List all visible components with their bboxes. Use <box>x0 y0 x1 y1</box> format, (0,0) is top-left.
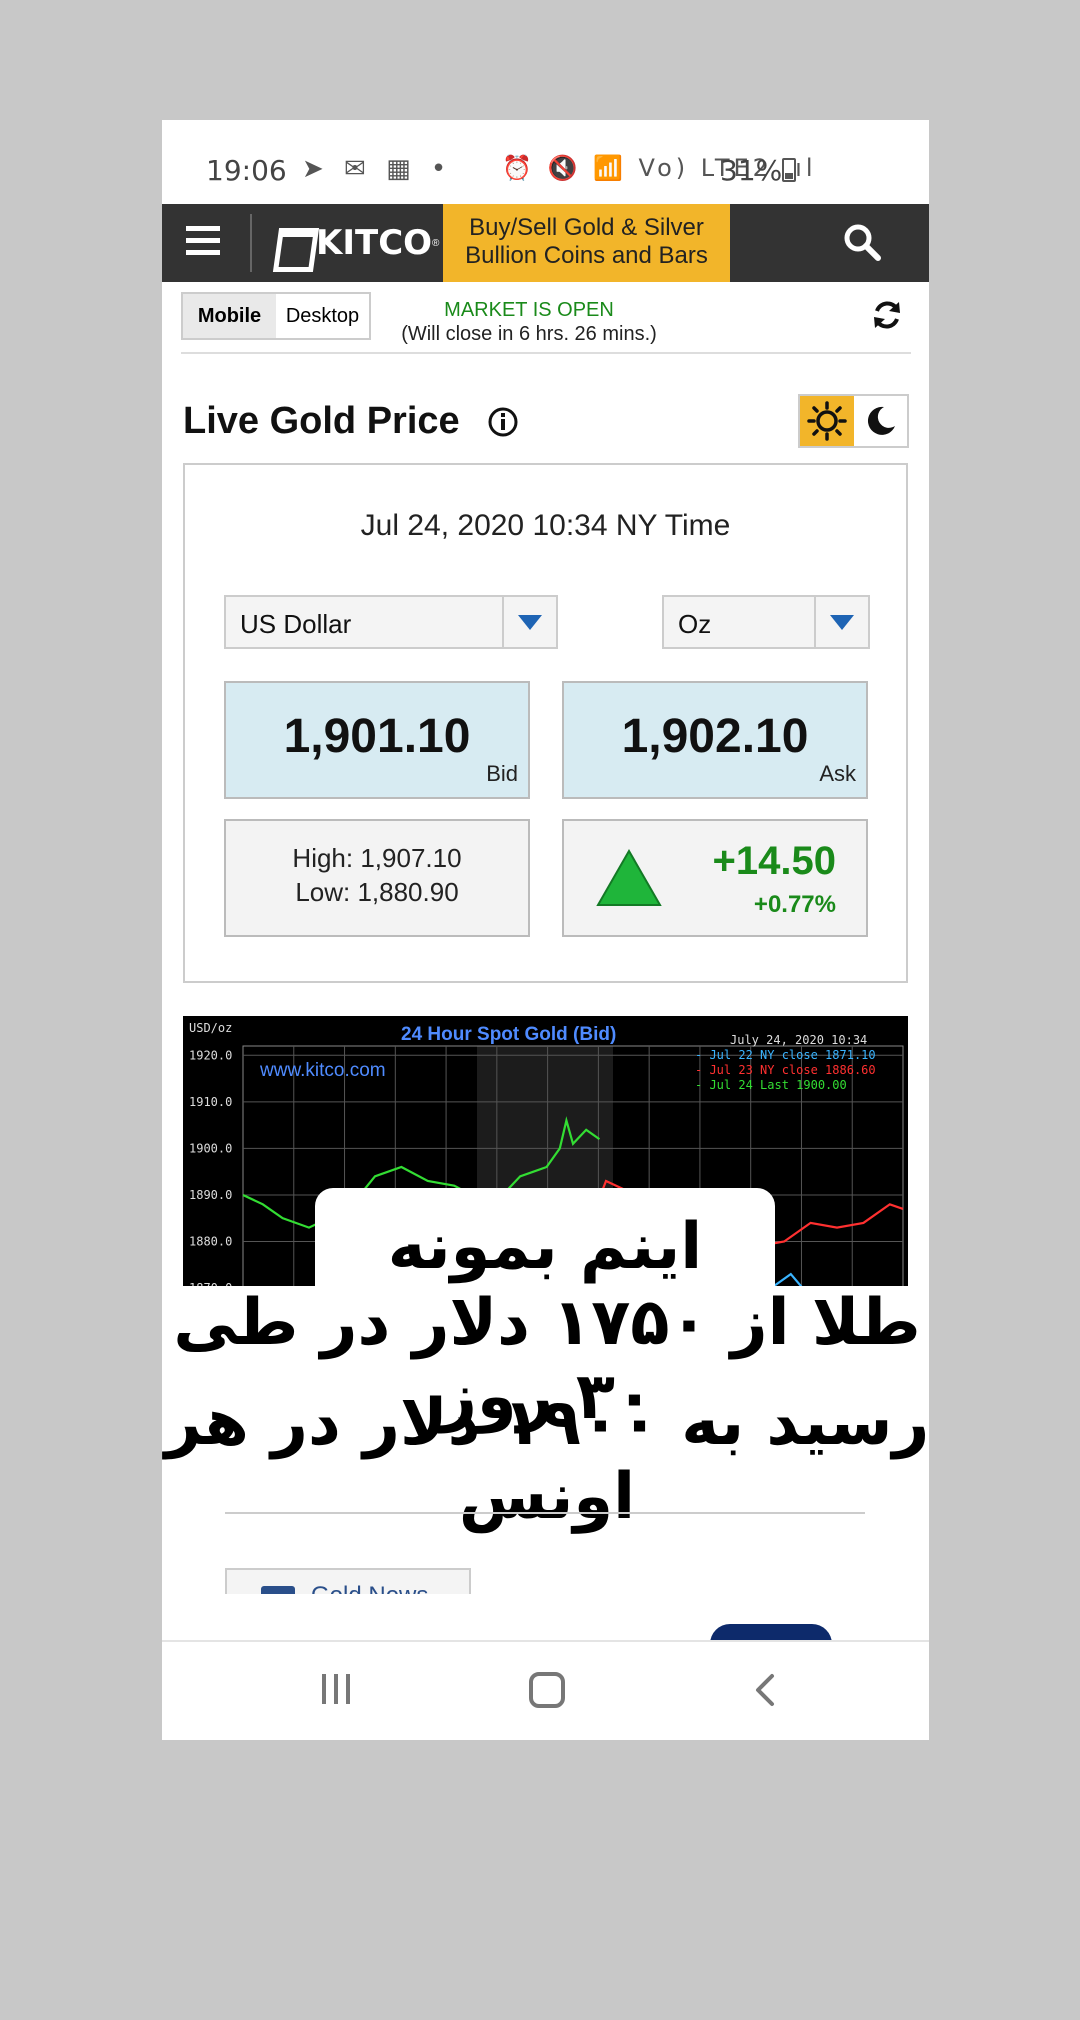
legend-entry: - Jul 22 NY close 1871.10 <box>695 1048 876 1062</box>
low-price: Low: 1,880.90 <box>295 877 459 907</box>
market-open-text: MARKET IS OPEN <box>444 299 614 321</box>
phone-screen: 19:06 ➤ ✉ ▦ • ⏰ 🔇 📶 Vo) LTE2 .ıl 31% KIT… <box>162 120 929 1740</box>
change-box: +14.50 +0.77% <box>562 819 868 937</box>
legend-entry: - Jul 23 NY close 1886.60 <box>695 1063 876 1077</box>
unit-value: Oz <box>678 609 712 639</box>
status-bar: 19:06 ➤ ✉ ▦ • ⏰ 🔇 📶 Vo) LTE2 .ıl 31% <box>162 120 929 204</box>
market-close-note: (Will close in 6 hrs. 26 mins.) <box>401 323 657 345</box>
chevron-down-icon <box>502 597 556 647</box>
ask-price-box: 1,902.10 Ask <box>562 681 868 799</box>
y-axis-label: USD/oz <box>189 1021 232 1035</box>
recent-apps-icon[interactable] <box>318 1672 354 1706</box>
currency-select[interactable]: US Dollar <box>224 595 558 649</box>
dark-mode-moon-icon[interactable] <box>854 396 907 446</box>
unit-select[interactable]: Oz <box>662 595 870 649</box>
mobile-view-button[interactable]: Mobile <box>183 294 276 338</box>
caption-box-bottom: طلا از ۱۷۵۰ دلار در طی ۳۰ روز رسید به ۱۹… <box>162 1286 929 1534</box>
high-low-box: High: 1,907.10 Low: 1,880.90 <box>224 819 530 937</box>
change-amount: +14.50 <box>712 839 836 883</box>
up-arrow-icon <box>596 849 662 906</box>
market-status: MARKET IS OPEN (Will close in 6 hrs. 26 … <box>382 298 676 346</box>
android-nav-bar <box>162 1640 929 1740</box>
home-icon[interactable] <box>529 1672 565 1708</box>
notification-icons: ➤ ✉ ▦ • <box>302 154 453 184</box>
kitco-logo-icon <box>272 224 310 262</box>
site-header: KITCO ® Buy/Sell Gold & Silver Bullion Co… <box>162 204 929 282</box>
quote-datetime: Jul 24, 2020 10:34 NY Time <box>360 509 731 542</box>
ask-price: 1,902.10 <box>621 710 809 763</box>
high-price: High: 1,907.10 <box>292 843 462 873</box>
chart-timestamp: July 24, 2020 10:34 <box>730 1033 867 1047</box>
y-tick-label: 1890.0 <box>189 1188 232 1202</box>
light-mode-sun-icon[interactable] <box>800 396 854 446</box>
battery-icon <box>782 158 796 182</box>
legend-entry: - Jul 24 Last 1900.00 <box>695 1078 847 1092</box>
bid-price-box: 1,901.10 Bid <box>224 681 530 799</box>
header-divider <box>250 214 252 272</box>
chart-legend: - Jul 22 NY close 1871.10- Jul 23 NY clo… <box>695 1048 876 1092</box>
status-time: 19:06 <box>206 154 287 187</box>
refresh-icon[interactable] <box>870 298 904 332</box>
scroll-fade <box>162 1594 929 1618</box>
y-tick-label: 1910.0 <box>189 1095 232 1109</box>
desktop-view-button[interactable]: Desktop <box>276 294 369 338</box>
search-icon[interactable] <box>842 222 882 262</box>
change-percent: +0.77% <box>753 891 836 918</box>
y-axis-ticks: 1920.01910.01900.01890.01880.01870.0 <box>189 1048 232 1295</box>
kitco-logo[interactable]: KITCO ® <box>272 218 439 268</box>
theme-toggle <box>798 394 909 448</box>
info-icon[interactable] <box>487 406 519 438</box>
divider <box>181 352 911 354</box>
promo-banner[interactable]: Buy/Sell Gold & Silver Bullion Coins and… <box>443 204 730 282</box>
currency-value: US Dollar <box>240 609 352 639</box>
bid-price: 1,901.10 <box>283 710 471 763</box>
chart-title: 24 Hour Spot Gold (Bid) <box>401 1024 616 1045</box>
page-title: Live Gold Price <box>183 400 460 442</box>
chart-watermark: www.kitco.com <box>259 1060 386 1081</box>
promo-line-2: Bullion Coins and Bars <box>465 242 708 269</box>
bid-label: Bid <box>486 761 518 786</box>
back-icon[interactable] <box>746 1670 786 1710</box>
brand-name: KITCO <box>316 223 433 263</box>
y-tick-label: 1900.0 <box>189 1141 232 1155</box>
price-panel: Jul 24, 2020 10:34 NY Time US Dollar Oz … <box>183 463 908 983</box>
y-tick-label: 1920.0 <box>189 1048 232 1062</box>
divider <box>225 1512 865 1514</box>
ask-label: Ask <box>819 761 856 786</box>
hamburger-menu-icon[interactable] <box>186 226 220 260</box>
chevron-down-icon <box>814 597 868 647</box>
view-mode-toggle: Mobile Desktop <box>181 292 371 340</box>
promo-line-1: Buy/Sell Gold & Silver <box>469 214 704 241</box>
battery-percent: 31% <box>720 154 783 187</box>
y-tick-label: 1880.0 <box>189 1235 232 1249</box>
